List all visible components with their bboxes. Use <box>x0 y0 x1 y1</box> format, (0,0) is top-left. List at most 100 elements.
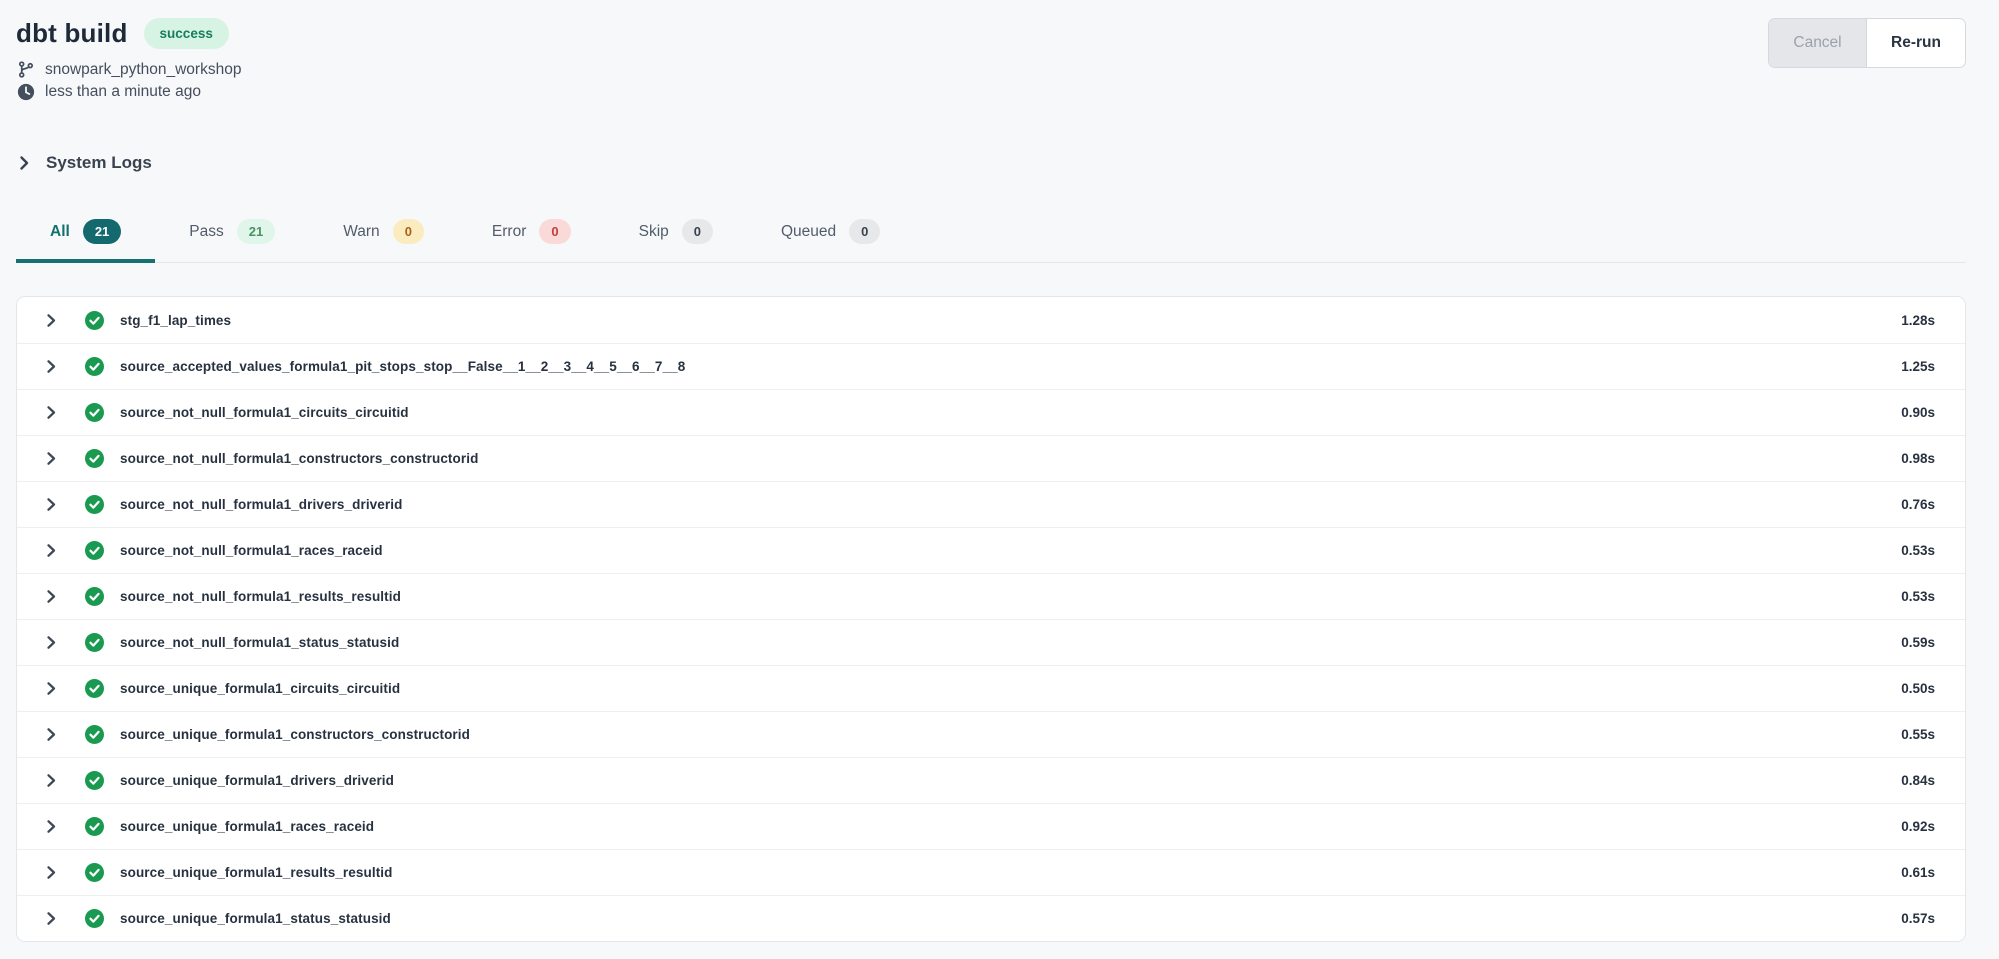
result-row[interactable]: source_unique_formula1_circuits_circuiti… <box>17 665 1965 711</box>
tab-label: Pass <box>189 223 223 241</box>
tab-error[interactable]: Error 0 <box>458 213 605 263</box>
git-branch-icon <box>16 60 35 79</box>
result-name: source_not_null_formula1_constructors_co… <box>120 451 478 466</box>
result-duration: 0.61s <box>1901 865 1935 880</box>
check-circle-icon <box>85 403 104 422</box>
chevron-right-icon[interactable] <box>43 496 61 513</box>
result-duration: 0.59s <box>1901 635 1935 650</box>
tab-warn[interactable]: Warn 0 <box>309 213 458 263</box>
chevron-right-icon[interactable] <box>43 588 61 605</box>
system-logs-label: System Logs <box>46 153 152 173</box>
result-duration: 1.25s <box>1901 359 1935 374</box>
chevron-right-icon[interactable] <box>43 818 61 835</box>
result-name: source_accepted_values_formula1_pit_stop… <box>120 359 685 374</box>
check-circle-icon <box>85 725 104 744</box>
result-row[interactable]: source_unique_formula1_status_statusid 0… <box>17 895 1965 941</box>
check-circle-icon <box>85 679 104 698</box>
result-row[interactable]: source_unique_formula1_constructors_cons… <box>17 711 1965 757</box>
chevron-right-icon[interactable] <box>43 680 61 697</box>
branch-row: snowpark_python_workshop <box>16 60 1966 79</box>
result-row[interactable]: source_not_null_formula1_constructors_co… <box>17 435 1965 481</box>
result-row[interactable]: source_not_null_formula1_drivers_driveri… <box>17 481 1965 527</box>
check-circle-icon <box>85 311 104 330</box>
tab-count-badge: 0 <box>393 219 424 244</box>
chevron-right-icon[interactable] <box>43 404 61 421</box>
result-row[interactable]: stg_f1_lap_times 1.28s <box>17 297 1965 343</box>
status-badge: success <box>144 18 229 49</box>
rerun-button[interactable]: Re-run <box>1867 19 1965 67</box>
check-circle-icon <box>85 449 104 468</box>
tab-count-badge: 0 <box>539 219 570 244</box>
result-row[interactable]: source_unique_formula1_results_resultid … <box>17 849 1965 895</box>
result-row[interactable]: source_accepted_values_formula1_pit_stop… <box>17 343 1965 389</box>
tab-skip[interactable]: Skip 0 <box>605 213 747 263</box>
result-name: source_unique_formula1_status_statusid <box>120 911 391 926</box>
status-tabs: All 21 Pass 21 Warn 0 Error 0 Skip 0 Que… <box>16 213 1966 263</box>
run-detail-page: dbt build success Cancel Re-run snowpark… <box>0 0 1999 959</box>
tab-label: Warn <box>343 223 379 241</box>
result-duration: 0.90s <box>1901 405 1935 420</box>
tab-label: All <box>50 223 70 241</box>
tab-count-badge: 0 <box>682 219 713 244</box>
system-logs-toggle[interactable]: System Logs <box>16 153 152 173</box>
chevron-right-icon[interactable] <box>43 542 61 559</box>
result-row[interactable]: source_not_null_formula1_results_resulti… <box>17 573 1965 619</box>
tab-all[interactable]: All 21 <box>16 213 155 263</box>
result-row[interactable]: source_not_null_formula1_circuits_circui… <box>17 389 1965 435</box>
clock-icon <box>16 83 35 101</box>
time-row: less than a minute ago <box>16 83 1966 101</box>
check-circle-icon <box>85 541 104 560</box>
chevron-right-icon[interactable] <box>43 726 61 743</box>
result-name: source_unique_formula1_constructors_cons… <box>120 727 470 742</box>
tab-queued[interactable]: Queued 0 <box>747 213 914 263</box>
chevron-right-icon[interactable] <box>43 772 61 789</box>
check-circle-icon <box>85 495 104 514</box>
results-list: stg_f1_lap_times 1.28s source_accepted_v… <box>16 296 1966 942</box>
tab-label: Queued <box>781 223 836 241</box>
result-name: source_not_null_formula1_drivers_driveri… <box>120 497 402 512</box>
tab-count-badge: 21 <box>237 219 275 244</box>
chevron-right-icon <box>16 154 32 172</box>
result-name: source_not_null_formula1_circuits_circui… <box>120 405 409 420</box>
result-duration: 0.53s <box>1901 589 1935 604</box>
check-circle-icon <box>85 817 104 836</box>
result-name: source_not_null_formula1_status_statusid <box>120 635 399 650</box>
cancel-button[interactable]: Cancel <box>1769 19 1867 67</box>
chevron-right-icon[interactable] <box>43 358 61 375</box>
result-duration: 0.84s <box>1901 773 1935 788</box>
chevron-right-icon[interactable] <box>43 634 61 651</box>
result-duration: 0.57s <box>1901 911 1935 926</box>
result-row[interactable]: source_unique_formula1_races_raceid 0.92… <box>17 803 1965 849</box>
tab-label: Error <box>492 223 526 241</box>
result-row[interactable]: source_not_null_formula1_races_raceid 0.… <box>17 527 1965 573</box>
tab-count-badge: 21 <box>83 219 121 244</box>
tab-pass[interactable]: Pass 21 <box>155 213 309 263</box>
check-circle-icon <box>85 863 104 882</box>
run-header: dbt build success <box>16 18 1966 49</box>
result-row[interactable]: source_unique_formula1_drivers_driverid … <box>17 757 1965 803</box>
result-name: source_unique_formula1_circuits_circuiti… <box>120 681 400 696</box>
branch-name: snowpark_python_workshop <box>45 61 241 79</box>
check-circle-icon <box>85 633 104 652</box>
result-row[interactable]: source_not_null_formula1_status_statusid… <box>17 619 1965 665</box>
chevron-right-icon[interactable] <box>43 910 61 927</box>
check-circle-icon <box>85 909 104 928</box>
result-duration: 0.53s <box>1901 543 1935 558</box>
chevron-right-icon[interactable] <box>43 864 61 881</box>
tab-label: Skip <box>639 223 669 241</box>
result-name: source_unique_formula1_drivers_driverid <box>120 773 394 788</box>
result-name: stg_f1_lap_times <box>120 313 231 328</box>
tab-count-badge: 0 <box>849 219 880 244</box>
result-duration: 0.50s <box>1901 681 1935 696</box>
result-name: source_unique_formula1_results_resultid <box>120 865 393 880</box>
run-meta: snowpark_python_workshop less than a min… <box>16 60 1966 101</box>
result-name: source_not_null_formula1_races_raceid <box>120 543 383 558</box>
run-actions: Cancel Re-run <box>1768 18 1966 68</box>
check-circle-icon <box>85 771 104 790</box>
result-name: source_not_null_formula1_results_resulti… <box>120 589 401 604</box>
chevron-right-icon[interactable] <box>43 450 61 467</box>
chevron-right-icon[interactable] <box>43 312 61 329</box>
time-ago: less than a minute ago <box>45 83 201 101</box>
result-duration: 0.92s <box>1901 819 1935 834</box>
result-duration: 0.98s <box>1901 451 1935 466</box>
